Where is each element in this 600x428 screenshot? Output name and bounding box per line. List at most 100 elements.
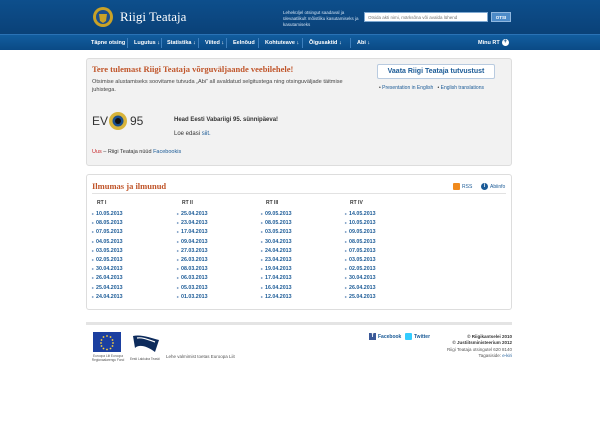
nav-item-statistika[interactable]: Statistika ↓ xyxy=(167,35,196,51)
date-link[interactable]: 17.04.2013 xyxy=(177,227,257,236)
nav-item-eelnoud[interactable]: Eelnõud xyxy=(233,35,255,51)
date-link[interactable]: 23.04.2013 xyxy=(177,218,257,227)
search-button[interactable]: OTSI xyxy=(491,12,511,22)
eu-text: Euroopa Liit Euroopa Regionaalarengu Fon… xyxy=(91,354,125,362)
date-link[interactable]: 25.04.2013 xyxy=(345,292,425,301)
date-link[interactable]: 07.05.2013 xyxy=(92,227,172,236)
plus-icon: + xyxy=(501,39,509,47)
ev-more-link[interactable]: siit. xyxy=(202,131,211,137)
date-link[interactable]: 27.03.2013 xyxy=(177,246,257,255)
mini-rt-label: Minu RT xyxy=(478,40,500,46)
date-link[interactable]: 09.04.2013 xyxy=(177,237,257,246)
date-link[interactable]: 07.05.2013 xyxy=(345,246,425,255)
news-text: – Riigi Teataja nüüd xyxy=(101,149,154,155)
column-header: RT IV xyxy=(350,200,363,206)
english-translations-link[interactable]: English translations xyxy=(441,85,484,91)
presentation-english-link[interactable]: Presentation in English xyxy=(382,85,433,91)
date-link[interactable]: 02.05.2013 xyxy=(92,255,172,264)
bullet-icon: • xyxy=(437,85,440,91)
nav-item-viited[interactable]: Viited ↓ xyxy=(205,35,224,51)
date-link[interactable]: 17.04.2013 xyxy=(261,273,341,282)
news-new-label: Uus xyxy=(92,149,102,155)
header-slogan: Leheküljel otsingut saadaval ja ülevaatl… xyxy=(283,10,359,27)
search-input[interactable] xyxy=(364,12,488,22)
date-link[interactable]: 10.05.2013 xyxy=(92,209,172,218)
mini-rt-link[interactable]: Minu RT + xyxy=(478,35,509,51)
welcome-title: Tere tulemast Riigi Teataja võrguväljaan… xyxy=(92,64,294,74)
column-header: RT I xyxy=(97,200,107,206)
rss-label[interactable]: RSS xyxy=(462,184,472,190)
date-link[interactable]: 26.03.2013 xyxy=(177,255,257,264)
date-link[interactable]: 19.04.2013 xyxy=(261,264,341,273)
date-link[interactable]: 03.05.2013 xyxy=(92,246,172,255)
info-icon: i xyxy=(481,183,488,190)
date-link[interactable]: 08.05.2013 xyxy=(345,237,425,246)
date-link[interactable]: 09.05.2013 xyxy=(261,209,341,218)
facebook-link[interactable]: Facebookis xyxy=(153,149,181,155)
medal-icon xyxy=(109,112,127,130)
site-brand[interactable]: Riigi Teataja xyxy=(120,9,186,25)
publications-panel: Ilmumas ja ilmunud RSS iAbiinfo RT I 10.… xyxy=(86,174,512,310)
cofund-text: Lehe valmimist toetas Euroopa Liit xyxy=(166,354,235,359)
date-link[interactable]: 12.04.2013 xyxy=(261,292,341,301)
column-header: RT II xyxy=(182,200,193,206)
main-nav: Täpne otsing Lugutus ↓ Statistika ↓ Viit… xyxy=(0,34,600,50)
date-link[interactable]: 30.04.2013 xyxy=(261,237,341,246)
nav-item-oigusaktid[interactable]: Õigusaktid ↓ xyxy=(309,35,342,51)
nav-item-abi[interactable]: Abi ↓ xyxy=(357,35,370,51)
estonia-logo-icon xyxy=(133,335,159,352)
date-link[interactable]: 16.04.2013 xyxy=(261,283,341,292)
date-link[interactable]: 08.05.2013 xyxy=(92,218,172,227)
ev-prefix: EV xyxy=(92,114,109,128)
column-rt-i: RT I 10.05.2013 08.05.2013 07.05.2013 04… xyxy=(92,200,172,301)
rss-icon xyxy=(453,183,460,190)
date-link[interactable]: 05.03.2013 xyxy=(177,283,257,292)
date-link[interactable]: 26.04.2013 xyxy=(92,273,172,282)
feedback-email-link[interactable]: e-kiri xyxy=(502,353,512,358)
column-rt-ii: RT II 25.04.2013 23.04.2013 17.04.2013 0… xyxy=(177,200,257,301)
column-rt-iv: RT IV 14.05.2013 10.05.2013 09.05.2013 0… xyxy=(345,200,425,301)
divider xyxy=(92,193,506,194)
footer-facebook-link[interactable]: f Facebook xyxy=(369,333,401,340)
coat-of-arms-icon[interactable] xyxy=(92,6,114,28)
date-link[interactable]: 06.03.2013 xyxy=(177,273,257,282)
twitter-icon xyxy=(405,333,412,340)
nav-item-kohtuteave[interactable]: Kohtuteave ↓ xyxy=(265,35,299,51)
date-link[interactable]: 04.05.2013 xyxy=(92,237,172,246)
date-link[interactable]: 03.05.2013 xyxy=(345,255,425,264)
date-link[interactable]: 23.04.2013 xyxy=(261,255,341,264)
date-link[interactable]: 25.04.2013 xyxy=(177,209,257,218)
date-link[interactable]: 30.04.2013 xyxy=(92,264,172,273)
date-link[interactable]: 02.05.2013 xyxy=(345,264,425,273)
ev-number: 95 xyxy=(130,114,144,128)
publications-title: Ilmumas ja ilmunud xyxy=(92,181,167,191)
date-link[interactable]: 08.03.2013 xyxy=(177,264,257,273)
rss-link[interactable]: RSS xyxy=(453,183,472,190)
date-link[interactable]: 09.05.2013 xyxy=(345,227,425,236)
date-link[interactable]: 01.03.2013 xyxy=(177,292,257,301)
ev-more-prefix: Loe edasi xyxy=(174,131,201,137)
date-link[interactable]: 24.04.2013 xyxy=(261,246,341,255)
date-link[interactable]: 30.04.2013 xyxy=(345,273,425,282)
facebook-label[interactable]: Facebook xyxy=(378,334,401,340)
feedback-line: Tagasiside: e-kiri xyxy=(420,353,512,359)
date-link[interactable]: 08.05.2013 xyxy=(261,218,341,227)
date-link[interactable]: 25.04.2013 xyxy=(92,283,172,292)
tour-button[interactable]: Vaata Riigi Teataja tutvustust xyxy=(377,64,495,79)
help-label[interactable]: Abiinfo xyxy=(490,184,505,190)
column-header: RT III xyxy=(266,200,279,206)
date-link[interactable]: 10.05.2013 xyxy=(345,218,425,227)
bullet-icon: • xyxy=(379,85,381,91)
nav-item-lugutus[interactable]: Lugutus ↓ xyxy=(134,35,160,51)
nav-item-tapne-otsing[interactable]: Täpne otsing xyxy=(91,35,125,51)
ev-more: Loe edasi siit. xyxy=(174,131,211,137)
help-link[interactable]: i Abiinfo xyxy=(481,183,505,190)
copyright-block: © Riigikantselei 2010 © Justiitsministee… xyxy=(420,334,512,360)
language-links: • Presentation in English • English tran… xyxy=(379,85,484,91)
date-link[interactable]: 03.05.2013 xyxy=(261,227,341,236)
facebook-icon: f xyxy=(369,333,376,340)
date-link[interactable]: 14.05.2013 xyxy=(345,209,425,218)
welcome-panel: Tere tulemast Riigi Teataja võrguväljaan… xyxy=(86,58,512,166)
date-link[interactable]: 24.04.2013 xyxy=(92,292,172,301)
date-link[interactable]: 26.04.2013 xyxy=(345,283,425,292)
